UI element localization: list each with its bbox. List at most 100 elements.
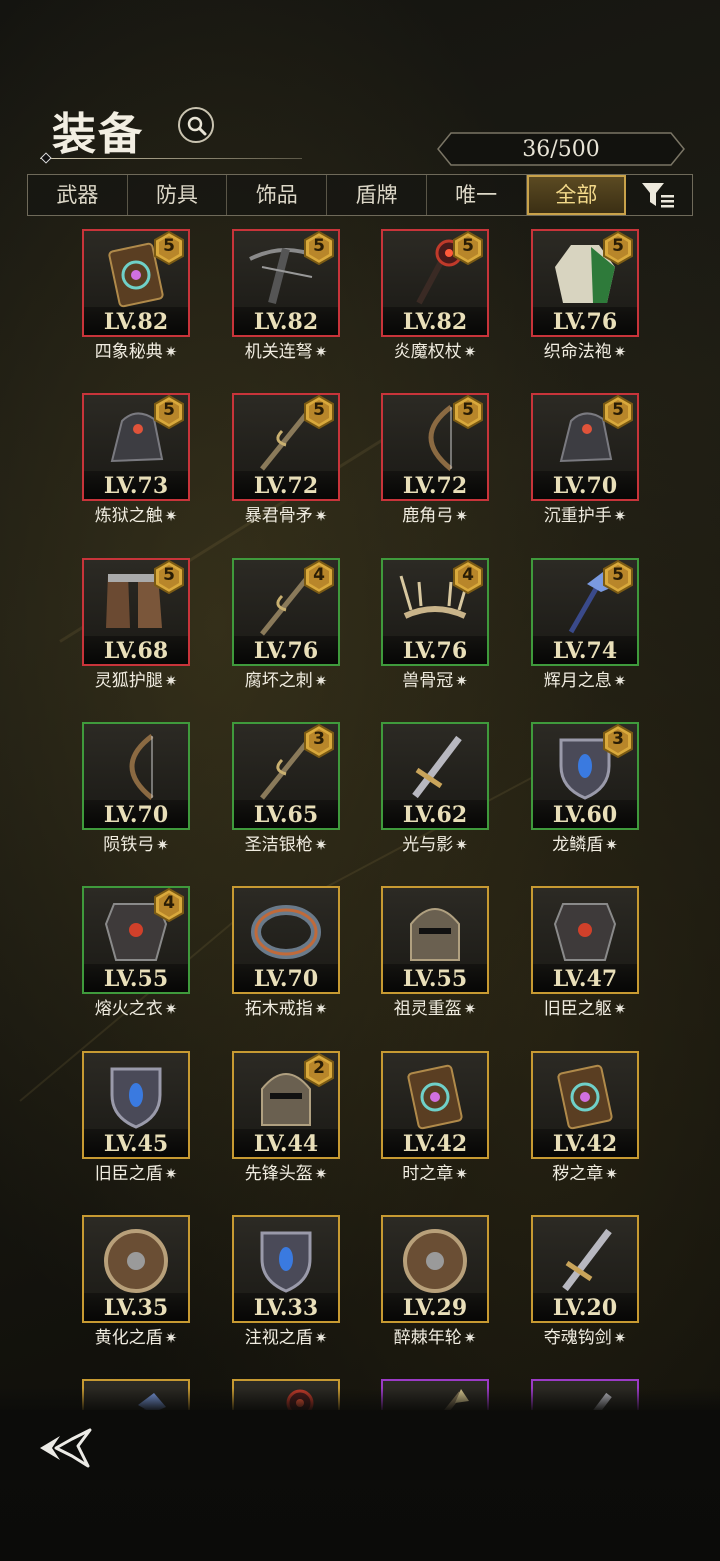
- item-name: 圣洁银枪: [244, 835, 313, 855]
- sword-icon: [391, 730, 479, 802]
- item-name: 陨铁弓: [103, 835, 155, 855]
- item-level: LV.72: [383, 471, 487, 499]
- equipment-item[interactable]: 5 LV.72 鹿角弓 ✷: [381, 393, 489, 526]
- item-level: LV.35: [84, 1293, 188, 1321]
- equipment-item[interactable]: LV.62 光与影 ✷: [381, 722, 489, 855]
- sparkle-star-icon: ✷: [164, 343, 178, 361]
- equipment-item[interactable]: 5 LV.73 炼狱之触 ✷: [82, 393, 190, 526]
- equipment-item[interactable]: 5 LV.72 暴君骨矛 ✷: [232, 393, 340, 526]
- star-rank-badge: 4: [152, 888, 186, 922]
- equipment-item[interactable]: LV.20 夺魂钩剑 ✷: [531, 1215, 639, 1348]
- item-name-row: 机关连弩 ✷: [212, 337, 360, 362]
- item-level: LV.20: [533, 1293, 637, 1321]
- item-name-row: 熔火之衣 ✷: [62, 994, 210, 1019]
- item-name: 秽之章: [552, 1164, 604, 1184]
- item-name-row: 炎魔权杖 ✷: [361, 337, 509, 362]
- star-rank-value: 5: [163, 236, 175, 256]
- item-name: 灵狐护腿: [94, 671, 163, 691]
- equipment-item[interactable]: LV.70 陨铁弓 ✷: [82, 722, 190, 855]
- star-rank-value: 4: [313, 565, 325, 585]
- equipment-item[interactable]: 3 LV.65 圣洁银枪 ✷: [232, 722, 340, 855]
- item-name-row: 时之章 ✷: [361, 1159, 509, 1184]
- star-rank-badge: 3: [302, 724, 336, 758]
- item-level: LV.76: [383, 636, 487, 664]
- item-level: LV.82: [234, 307, 338, 335]
- equipment-item[interactable]: LV.70 拓木戒指 ✷: [232, 886, 340, 1019]
- star-rank-value: 4: [462, 565, 474, 585]
- sparkle-star-icon: ✷: [455, 507, 468, 525]
- item-level: LV.62: [383, 800, 487, 828]
- helm-icon: [391, 894, 479, 966]
- item-level: LV.33: [234, 1293, 338, 1321]
- item-level: LV.65: [234, 800, 338, 828]
- item-name-row: 夺魂钩剑 ✷: [511, 1323, 659, 1348]
- item-name: 旧臣之躯: [543, 999, 612, 1019]
- equipment-item[interactable]: 5 LV.82 炎魔权杖 ✷: [381, 229, 489, 362]
- equipment-item[interactable]: LV.55 祖灵重盔 ✷: [381, 886, 489, 1019]
- item-frame: 5 LV.72: [381, 393, 489, 501]
- equipment-item[interactable]: 4 LV.76 腐坏之刺 ✷: [232, 558, 340, 691]
- item-frame: 5 LV.68: [82, 558, 190, 666]
- item-name-row: 四象秘典 ✷: [62, 337, 210, 362]
- item-name-row: 拓木戒指 ✷: [212, 994, 360, 1019]
- back-arrow-icon: [40, 1428, 92, 1468]
- equipment-item[interactable]: 5 LV.82 机关连弩 ✷: [232, 229, 340, 362]
- item-level: LV.74: [533, 636, 637, 664]
- sparkle-star-icon: ✷: [314, 1000, 328, 1018]
- star-rank-value: 5: [462, 400, 474, 420]
- star-rank-value: 3: [612, 729, 624, 749]
- item-frame: 3 LV.65: [232, 722, 340, 830]
- item-level: LV.47: [533, 964, 637, 992]
- star-rank-value: 5: [612, 236, 624, 256]
- equipment-item[interactable]: 5 LV.68 灵狐护腿 ✷: [82, 558, 190, 691]
- star-rank-value: 5: [163, 565, 175, 585]
- equipment-item[interactable]: 5 LV.76 织命法袍 ✷: [531, 229, 639, 362]
- item-name-row: 兽骨冠 ✷: [361, 666, 509, 691]
- item-frame: 5 LV.82: [82, 229, 190, 337]
- item-name-row: 旧臣之躯 ✷: [511, 994, 659, 1019]
- item-frame: 4 LV.76: [232, 558, 340, 666]
- item-name: 祖灵重盔: [393, 999, 462, 1019]
- equipment-item[interactable]: 4 LV.55 熔火之衣 ✷: [82, 886, 190, 1019]
- item-frame: LV.29: [381, 1215, 489, 1323]
- equipment-item[interactable]: 5 LV.70 沉重护手 ✷: [531, 393, 639, 526]
- equipment-item[interactable]: 5 LV.82 四象秘典 ✷: [82, 229, 190, 362]
- star-rank-value: 5: [612, 400, 624, 420]
- back-button[interactable]: [38, 1428, 94, 1468]
- item-level: LV.76: [533, 307, 637, 335]
- sparkle-star-icon: ✷: [314, 672, 328, 690]
- equipment-item[interactable]: LV.45 旧臣之盾 ✷: [82, 1051, 190, 1184]
- equipment-item[interactable]: LV.35 黄化之盾 ✷: [82, 1215, 190, 1348]
- item-level: LV.73: [84, 471, 188, 499]
- equipment-item[interactable]: LV.42 秽之章 ✷: [531, 1051, 639, 1184]
- equipment-item[interactable]: LV.42 时之章 ✷: [381, 1051, 489, 1184]
- item-name-row: 辉月之息 ✷: [511, 666, 659, 691]
- equipment-item[interactable]: 2 LV.44 先锋头盔 ✷: [232, 1051, 340, 1184]
- item-name-row: 鹿角弓 ✷: [361, 501, 509, 526]
- equipment-item[interactable]: 5 LV.74 辉月之息 ✷: [531, 558, 639, 691]
- star-rank-badge: 5: [302, 395, 336, 429]
- armor-icon: [541, 894, 629, 966]
- equipment-item[interactable]: LV.47 旧臣之躯 ✷: [531, 886, 639, 1019]
- equipment-item[interactable]: LV.33 注视之盾 ✷: [232, 1215, 340, 1348]
- equipment-grid: 5 LV.82 四象秘典 ✷ 5 LV.82 机关连弩 ✷ 5 LV.82 炎魔权杖 ✷ 5 LV.76 织…: [0, 0, 720, 1410]
- star-rank-value: 4: [163, 893, 175, 913]
- sparkle-star-icon: ✷: [463, 1329, 477, 1347]
- sparkle-star-icon: ✷: [164, 507, 178, 525]
- star-rank-badge: 5: [451, 395, 485, 429]
- star-rank-badge: 5: [302, 231, 336, 265]
- item-level: LV.70: [234, 964, 338, 992]
- item-name: 四象秘典: [94, 342, 163, 362]
- equipment-item[interactable]: 4 LV.76 兽骨冠 ✷: [381, 558, 489, 691]
- star-rank-value: 2: [313, 1058, 325, 1078]
- item-frame: 4 LV.76: [381, 558, 489, 666]
- equipment-item[interactable]: LV.29 醉棘年轮 ✷: [381, 1215, 489, 1348]
- item-name: 沉重护手: [543, 506, 612, 526]
- item-name: 先锋头盔: [244, 1164, 313, 1184]
- item-name: 暴君骨矛: [244, 506, 313, 526]
- item-name: 炼狱之触: [94, 506, 163, 526]
- sparkle-star-icon: ✷: [314, 1329, 328, 1347]
- star-rank-badge: 4: [302, 560, 336, 594]
- item-name: 腐坏之刺: [244, 671, 313, 691]
- equipment-item[interactable]: 3 LV.60 龙鳞盾 ✷: [531, 722, 639, 855]
